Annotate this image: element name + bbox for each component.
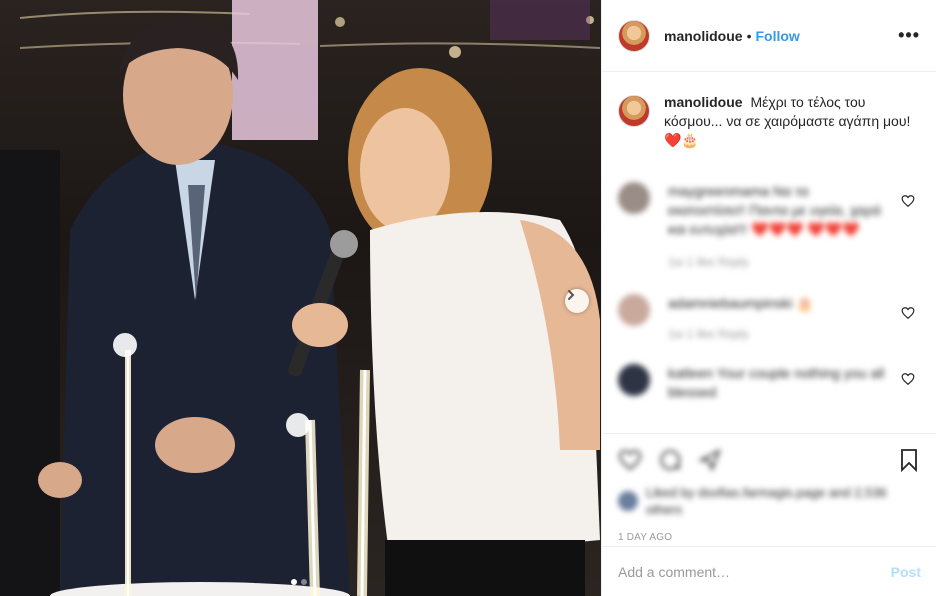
comment-body: katleen Your couple nothing you all bles…: [668, 364, 888, 402]
share-icon[interactable]: [698, 448, 722, 472]
post-actions: Liked by dsofias.farmagis.page and 2,536…: [602, 433, 936, 546]
comment-input[interactable]: [618, 563, 891, 580]
post-timestamp[interactable]: 1 DAY AGO: [618, 532, 921, 543]
post-photo[interactable]: [0, 0, 601, 596]
comment-text: adamniebaumpinski 🎂: [668, 295, 814, 311]
post-caption: manolidoue Μέχρι το τέλος του κόσμου... …: [618, 93, 921, 150]
caption-avatar[interactable]: [618, 95, 650, 127]
comment-body: adamniebaumpinski 🎂 1w 1 like Reply: [668, 294, 888, 344]
comment-meta[interactable]: 1w 1 like Reply: [668, 325, 888, 344]
comment-body: maygreenmama Να τα εκατοστίσει!! Παντα μ…: [668, 182, 888, 272]
like-heart-icon[interactable]: [618, 448, 642, 472]
post-header: manolidoue • Follow •••: [602, 0, 936, 72]
like-comment-heart-icon[interactable]: [901, 194, 915, 208]
comment-text: katleen Your couple nothing you all bles…: [668, 365, 885, 400]
comment-meta[interactable]: 1w 1 like Reply: [668, 253, 888, 272]
carousel-dot: [301, 579, 307, 585]
more-options-icon[interactable]: •••: [898, 25, 920, 46]
comments-list[interactable]: manolidoue Μέχρι το τέλος του κόσμου... …: [602, 73, 936, 433]
commenter-avatar[interactable]: [618, 364, 650, 396]
add-comment-bar: Post: [602, 546, 936, 596]
photo-scene: [0, 0, 601, 596]
chevron-right-icon: [568, 290, 575, 300]
comment-item: adamniebaumpinski 🎂 1w 1 like Reply: [618, 294, 921, 344]
comment-item: katleen Your couple nothing you all bles…: [618, 364, 921, 402]
comment-text: maygreenmama Να τα εκατοστίσει!! Παντα μ…: [668, 183, 881, 237]
author-avatar[interactable]: [618, 19, 650, 52]
header-separator: •: [746, 27, 752, 44]
likes-text[interactable]: Liked by dsofias.farmagis.page and 2,536…: [646, 484, 921, 518]
liker-avatar: [618, 491, 638, 511]
action-bar: [618, 440, 921, 480]
caption-body: manolidoue Μέχρι το τέλος του κόσμου... …: [664, 93, 912, 150]
follow-button[interactable]: Follow: [755, 28, 799, 44]
comment-bubble-icon[interactable]: [658, 448, 682, 472]
like-comment-heart-icon[interactable]: [901, 372, 915, 386]
carousel-dot-active: [291, 579, 297, 585]
like-comment-heart-icon[interactable]: [901, 306, 915, 320]
caption-username[interactable]: manolidoue: [664, 94, 743, 110]
carousel-next-button[interactable]: [565, 289, 589, 313]
post-comment-button[interactable]: Post: [891, 564, 921, 580]
likes-summary[interactable]: Liked by dsofias.farmagis.page and 2,536…: [618, 484, 921, 518]
bookmark-save-icon[interactable]: [897, 448, 921, 472]
commenter-avatar[interactable]: [618, 294, 650, 326]
author-username[interactable]: manolidoue: [664, 28, 743, 44]
carousel-indicator: [291, 579, 307, 585]
comment-item: maygreenmama Να τα εκατοστίσει!! Παντα μ…: [618, 182, 921, 272]
post-side-panel: manolidoue • Follow ••• manolidoue Μέχρι…: [601, 0, 936, 596]
commenter-avatar[interactable]: [618, 182, 650, 214]
